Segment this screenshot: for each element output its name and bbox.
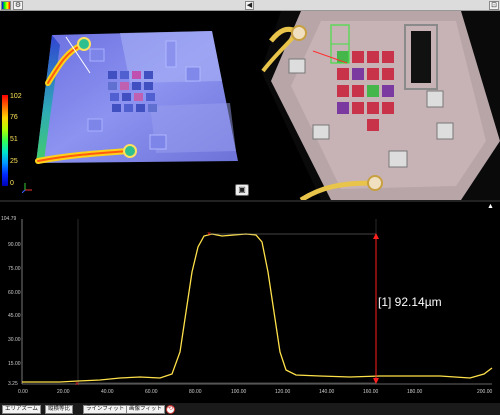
x-tick-label: 120.00 (275, 389, 291, 395)
marker-top[interactable]: × (207, 231, 211, 238)
y-tick-label: 60.00 (8, 290, 21, 296)
image-fit-button[interactable]: 画像フィット (126, 405, 165, 414)
y-tick-label: 15.00 (8, 361, 21, 367)
legend-tick: 51 (10, 136, 18, 143)
x-tick-label: 20.00 (57, 389, 70, 395)
x-tick-label: 0.00 (18, 389, 28, 395)
snapshot-button[interactable]: ▣ (235, 184, 249, 196)
x-tick-label: 180.00 (407, 389, 423, 395)
marker-bottom[interactable]: × (75, 381, 79, 388)
height-3d-view[interactable]: 102 76 51 25 0 ▣ (0, 11, 258, 200)
height-legend-colorbar (2, 95, 8, 186)
height-profile-chart[interactable]: ▲ × × 104.79 90.00 75.00 60.00 45.00 30.… (0, 200, 500, 403)
y-tick-label: 104.79 (1, 216, 17, 222)
y-tick-label: 90.00 (8, 242, 21, 248)
optical-chip-image[interactable] (261, 11, 500, 200)
x-tick-label: 140.00 (319, 389, 335, 395)
y-tick-label: 3.25 (8, 381, 18, 387)
collapse-left-button[interactable]: ◀ (245, 1, 254, 10)
x-tick-label: 200.00 (477, 389, 493, 395)
colormap-icon[interactable] (1, 1, 11, 10)
reset-icon[interactable]: ⟲ (166, 405, 175, 414)
pin-icon[interactable]: ⊡ (489, 1, 499, 10)
x-tick-label: 80.00 (189, 389, 202, 395)
optical-image-view[interactable] (261, 11, 500, 200)
legend-tick: 76 (10, 114, 18, 121)
app-window: ⚙ ◀ ⊡ 102 76 51 25 0 ▣ ▲ × × 104.79 90.0… (0, 0, 500, 415)
legend-tick: 0 (10, 180, 14, 187)
x-tick-label: 100.00 (231, 389, 247, 395)
area-zoom-button[interactable]: エリアズーム (2, 405, 41, 414)
bottom-toolbar: エリアズーム 縦横等比 ラインフィット 画像フィット ⟲ (0, 403, 500, 415)
legend-tick: 102 (10, 93, 22, 100)
legend-tick: 25 (10, 158, 18, 165)
x-tick-label: 40.00 (101, 389, 114, 395)
gear-icon[interactable]: ⚙ (13, 1, 23, 10)
y-tick-label: 45.00 (8, 313, 21, 319)
line-fit-button[interactable]: ラインフィット (83, 405, 128, 414)
x-tick-label: 60.00 (145, 389, 158, 395)
y-tick-label: 75.00 (8, 266, 21, 272)
measurement-value-label: [1] 92.14µm (378, 295, 442, 309)
height-3d-surface[interactable] (0, 11, 258, 200)
y-tick-label: 30.00 (8, 337, 21, 343)
x-tick-label: 160.00 (363, 389, 379, 395)
top-toolbar: ⚙ ◀ ⊡ (0, 0, 500, 11)
aspect-ratio-button[interactable]: 縦横等比 (45, 405, 74, 414)
axes-orientation-icon (22, 183, 32, 193)
